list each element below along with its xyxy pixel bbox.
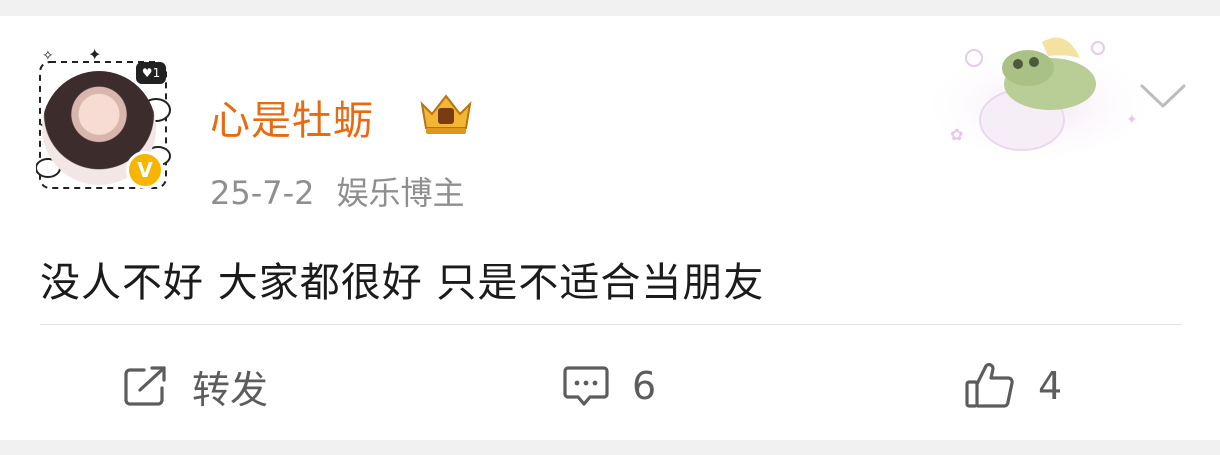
avatar-notification-badge: ♥ 1: [136, 62, 166, 84]
author-name[interactable]: 心是牡蛎: [210, 88, 374, 146]
post-date: 25-7-2: [210, 174, 315, 212]
post-text: 没人不好 大家都很好 只是不适合当朋友: [40, 260, 765, 306]
svg-text:✦: ✦: [1126, 112, 1138, 128]
like-count: 4: [1038, 364, 1063, 408]
repost-label: 转发: [192, 367, 269, 412]
svg-text:✧: ✧: [42, 48, 54, 64]
repost-button[interactable]: 转发: [122, 356, 268, 416]
divider: [40, 324, 1182, 325]
heart-icon: ♥: [141, 66, 153, 80]
comment-count: 6: [632, 364, 657, 408]
verified-badge-icon: V: [126, 151, 164, 189]
like-icon: [965, 363, 1014, 408]
svg-text:✦: ✦: [88, 45, 101, 64]
author-role: 娱乐博主: [336, 174, 465, 212]
comment-icon: [563, 366, 609, 406]
svg-text:✿: ✿: [950, 125, 963, 144]
repost-icon: [124, 366, 166, 406]
post-card: ✧ ✦ ✦ ♥1 V 心是牡蛎 25-7-2 娱乐博主: [0, 16, 1220, 440]
comment-button[interactable]: 6: [562, 356, 656, 416]
like-button[interactable]: 4: [964, 356, 1062, 416]
more-chevron-icon[interactable]: [1138, 78, 1188, 114]
vip-crown-icon[interactable]: [416, 88, 476, 138]
card-decoration: ✿ ✦: [930, 28, 1160, 158]
post-meta: 25-7-2 娱乐博主: [210, 168, 465, 214]
